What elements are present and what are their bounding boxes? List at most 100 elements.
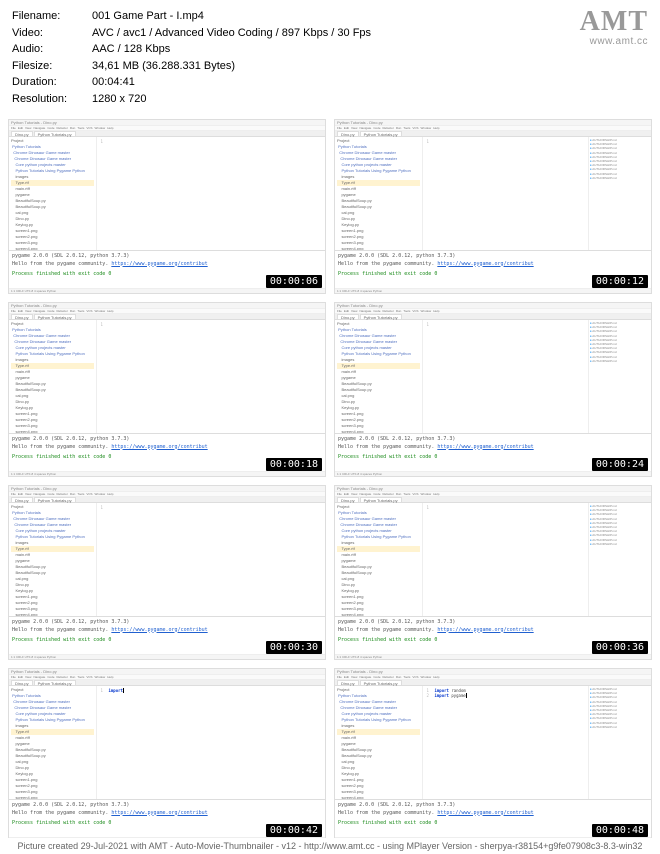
ide-tab[interactable]: Python Tutorials.py: [34, 314, 76, 319]
menu-item[interactable]: Run: [396, 492, 402, 496]
menu-item[interactable]: Edit: [344, 309, 349, 313]
menu-item[interactable]: View: [25, 126, 31, 130]
menu-item[interactable]: Code: [373, 126, 380, 130]
menu-item[interactable]: Tools: [77, 492, 84, 496]
menu-item[interactable]: VCS: [412, 492, 418, 496]
pygame-link[interactable]: https://www.pygame.org/contribut: [111, 810, 207, 816]
menu-item[interactable]: Navigate: [33, 492, 45, 496]
menu-item[interactable]: View: [25, 675, 31, 679]
menu-item[interactable]: Run: [70, 492, 76, 496]
code-editor[interactable]: 1import random2import pygame: [423, 686, 587, 799]
menu-item[interactable]: Refactor: [382, 309, 393, 313]
ide-tab[interactable]: Python Tutorials.py: [360, 314, 402, 319]
menu-item[interactable]: View: [351, 675, 357, 679]
structure-item[interactable]: ● AUTHORSHIP.md: [590, 542, 650, 546]
menu-item[interactable]: Help: [107, 492, 113, 496]
menu-item[interactable]: View: [25, 492, 31, 496]
menu-item[interactable]: Run: [396, 126, 402, 130]
menu-item[interactable]: Edit: [18, 309, 23, 313]
menu-item[interactable]: Tools: [403, 492, 410, 496]
menu-item[interactable]: Refactor: [382, 126, 393, 130]
menu-item[interactable]: Window: [95, 492, 106, 496]
menu-item[interactable]: View: [351, 309, 357, 313]
menu-item[interactable]: Run: [396, 675, 402, 679]
menu-item[interactable]: File: [337, 675, 342, 679]
menu-item[interactable]: File: [11, 492, 16, 496]
code-editor[interactable]: 1import: [97, 686, 325, 799]
menu-item[interactable]: Navigate: [33, 309, 45, 313]
menu-item[interactable]: File: [11, 126, 16, 130]
code-editor[interactable]: 1: [97, 320, 325, 433]
menu-item[interactable]: Refactor: [56, 126, 67, 130]
menu-item[interactable]: Navigate: [359, 492, 371, 496]
ide-tab[interactable]: Python Tutorials.py: [360, 131, 402, 136]
menu-item[interactable]: Code: [373, 492, 380, 496]
ide-tab[interactable]: Dino.py: [337, 680, 359, 685]
menu-item[interactable]: Edit: [344, 492, 349, 496]
menu-item[interactable]: Edit: [18, 675, 23, 679]
menu-item[interactable]: Edit: [18, 126, 23, 130]
ide-tab[interactable]: Dino.py: [337, 497, 359, 502]
menu-item[interactable]: File: [337, 309, 342, 313]
code-editor[interactable]: 1: [97, 137, 325, 250]
menu-item[interactable]: Window: [421, 309, 432, 313]
menu-item[interactable]: Window: [95, 126, 106, 130]
structure-item[interactable]: ● AUTHORSHIP.md: [590, 176, 650, 180]
menu-item[interactable]: Refactor: [56, 675, 67, 679]
menu-item[interactable]: Window: [421, 675, 432, 679]
menu-item[interactable]: Tools: [77, 309, 84, 313]
menu-item[interactable]: Run: [70, 675, 76, 679]
menu-item[interactable]: VCS: [86, 492, 92, 496]
ide-tab[interactable]: Dino.py: [11, 680, 33, 685]
menu-item[interactable]: Run: [70, 126, 76, 130]
menu-item[interactable]: VCS: [86, 675, 92, 679]
pygame-link[interactable]: https://www.pygame.org/contribut: [111, 627, 207, 633]
menu-item[interactable]: Run: [70, 309, 76, 313]
menu-item[interactable]: Run: [396, 309, 402, 313]
menu-item[interactable]: Navigate: [359, 675, 371, 679]
menu-item[interactable]: Edit: [344, 675, 349, 679]
menu-item[interactable]: Window: [421, 126, 432, 130]
ide-tab[interactable]: Dino.py: [337, 131, 359, 136]
code-editor[interactable]: 1: [423, 137, 587, 250]
menu-item[interactable]: VCS: [412, 675, 418, 679]
menu-item[interactable]: Tools: [77, 126, 84, 130]
menu-item[interactable]: Window: [95, 675, 106, 679]
code-editor[interactable]: 1: [423, 503, 587, 616]
menu-item[interactable]: View: [25, 309, 31, 313]
menu-item[interactable]: VCS: [86, 126, 92, 130]
menu-item[interactable]: Refactor: [382, 492, 393, 496]
menu-item[interactable]: Help: [107, 309, 113, 313]
menu-item[interactable]: Refactor: [382, 675, 393, 679]
ide-tab[interactable]: Dino.py: [337, 314, 359, 319]
structure-item[interactable]: ● AUTHORSHIP.md: [590, 359, 650, 363]
menu-item[interactable]: Help: [433, 126, 439, 130]
menu-item[interactable]: Navigate: [359, 126, 371, 130]
menu-item[interactable]: Code: [47, 309, 54, 313]
menu-item[interactable]: Tools: [403, 309, 410, 313]
menu-item[interactable]: File: [11, 309, 16, 313]
menu-item[interactable]: View: [351, 126, 357, 130]
menu-item[interactable]: Navigate: [33, 675, 45, 679]
pygame-link[interactable]: https://www.pygame.org/contribut: [437, 444, 533, 450]
menu-item[interactable]: VCS: [412, 126, 418, 130]
menu-item[interactable]: Help: [107, 126, 113, 130]
pygame-link[interactable]: https://www.pygame.org/contribut: [111, 261, 207, 267]
pygame-link[interactable]: https://www.pygame.org/contribut: [437, 810, 533, 816]
menu-item[interactable]: Code: [373, 309, 380, 313]
ide-tab[interactable]: Python Tutorials.py: [360, 680, 402, 685]
menu-item[interactable]: Refactor: [56, 492, 67, 496]
menu-item[interactable]: File: [337, 126, 342, 130]
ide-tab[interactable]: Python Tutorials.py: [34, 680, 76, 685]
menu-item[interactable]: Help: [107, 675, 113, 679]
menu-item[interactable]: VCS: [86, 309, 92, 313]
menu-item[interactable]: Edit: [18, 492, 23, 496]
menu-item[interactable]: Code: [47, 126, 54, 130]
pygame-link[interactable]: https://www.pygame.org/contribut: [111, 444, 207, 450]
menu-item[interactable]: Tools: [403, 675, 410, 679]
menu-item[interactable]: File: [337, 492, 342, 496]
menu-item[interactable]: Help: [433, 492, 439, 496]
ide-tab[interactable]: Python Tutorials.py: [34, 497, 76, 502]
menu-item[interactable]: File: [11, 675, 16, 679]
menu-item[interactable]: Code: [373, 675, 380, 679]
